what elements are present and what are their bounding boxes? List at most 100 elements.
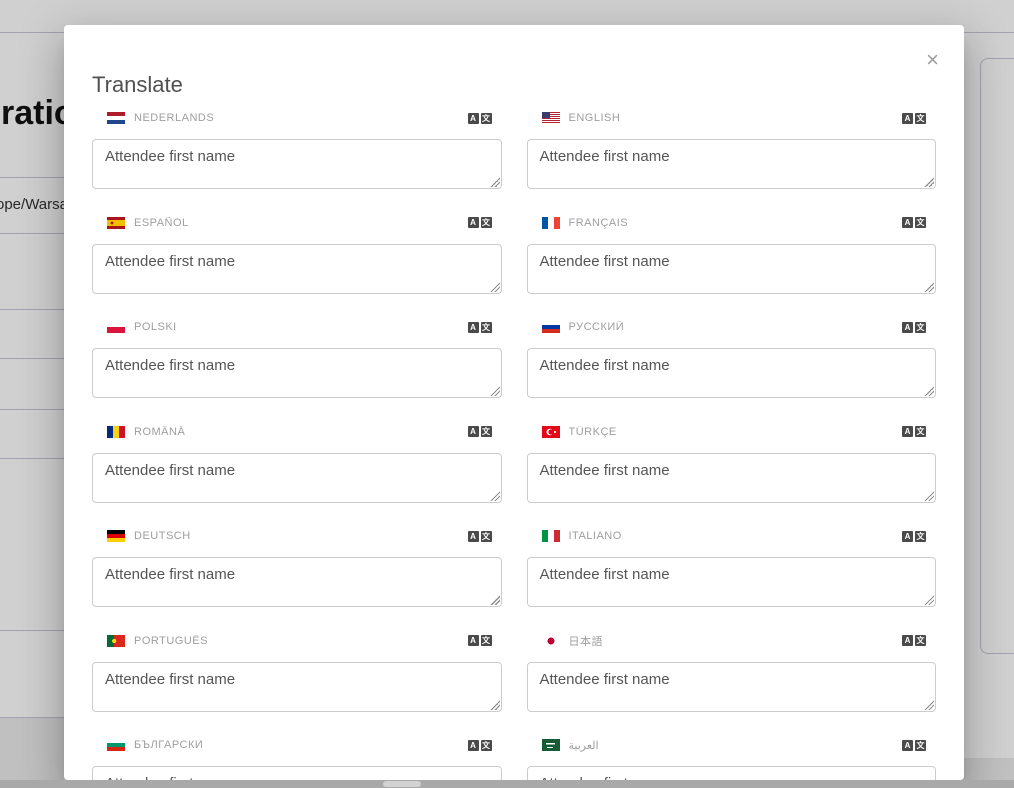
- translate-icon-letter: A: [902, 426, 913, 437]
- translate-icon-letter: A: [468, 426, 479, 437]
- translation-textarea[interactable]: Attendee first name: [527, 244, 937, 294]
- translation-textarea[interactable]: Attendee first name: [92, 348, 502, 398]
- translate-icon-char: 文: [481, 426, 492, 437]
- translate-icon[interactable]: A 文: [902, 322, 926, 333]
- language-label: ESPAÑOL: [134, 217, 468, 229]
- language-header: ENGLISH A 文: [527, 110, 937, 126]
- translation-textarea[interactable]: Attendee first name: [527, 557, 937, 607]
- close-icon[interactable]: ×: [926, 49, 939, 71]
- translate-icon-letter: A: [902, 531, 913, 542]
- translate-icon[interactable]: A 文: [468, 531, 492, 542]
- textarea-wrapper: Attendee first name: [92, 244, 502, 294]
- language-label: ITALIANO: [569, 530, 903, 542]
- scrollbar-thumb[interactable]: [383, 781, 421, 787]
- language-label: NEDERLANDS: [134, 112, 468, 124]
- flag-icon: [542, 635, 560, 647]
- translate-icon-letter: A: [902, 635, 913, 646]
- textarea-wrapper: Attendee first name: [527, 348, 937, 398]
- translate-icon[interactable]: A 文: [902, 740, 926, 751]
- language-header: TÜRKÇE A 文: [527, 424, 937, 440]
- translate-icon-char: 文: [481, 740, 492, 751]
- translate-icon-letter: A: [902, 113, 913, 124]
- translate-icon-char: 文: [915, 740, 926, 751]
- flag-icon: [542, 739, 560, 751]
- language-header: DEUTSCH A 文: [92, 528, 502, 544]
- textarea-wrapper: Attendee first name: [527, 766, 937, 780]
- language-header: 日本語 A 文: [527, 633, 937, 649]
- translation-textarea[interactable]: Attendee first name: [92, 453, 502, 503]
- translate-icon[interactable]: A 文: [902, 635, 926, 646]
- language-header: ROMÂNĂ A 文: [92, 424, 502, 440]
- flag-icon: [107, 530, 125, 542]
- translation-textarea[interactable]: Attendee first name: [92, 244, 502, 294]
- translate-icon-char: 文: [915, 635, 926, 646]
- language-block: PORTUGUÊS A 文 Attendee first name: [92, 633, 502, 712]
- translate-icon[interactable]: A 文: [902, 217, 926, 228]
- language-label: FRANÇAIS: [569, 217, 903, 229]
- translate-icon[interactable]: A 文: [468, 217, 492, 228]
- translate-icon[interactable]: A 文: [902, 531, 926, 542]
- language-label: ENGLISH: [569, 112, 903, 124]
- translation-textarea[interactable]: Attendee first name: [527, 662, 937, 712]
- language-label: 日本語: [569, 633, 903, 649]
- translate-icon-char: 文: [915, 531, 926, 542]
- translate-icon-letter: A: [468, 322, 479, 333]
- translate-icon-char: 文: [915, 322, 926, 333]
- translate-icon-letter: A: [902, 740, 913, 751]
- language-header: РУССКИЙ A 文: [527, 319, 937, 335]
- language-block: ITALIANO A 文 Attendee first name: [527, 528, 937, 607]
- language-header: العربية A 文: [527, 737, 937, 753]
- textarea-wrapper: Attendee first name: [92, 139, 502, 189]
- translation-textarea[interactable]: Attendee first name: [527, 453, 937, 503]
- translate-icon[interactable]: A 文: [468, 426, 492, 437]
- translation-textarea[interactable]: Attendee first name: [527, 348, 937, 398]
- textarea-wrapper: Attendee first name: [527, 662, 937, 712]
- flag-icon: [542, 112, 560, 124]
- translation-textarea[interactable]: Attendee first name: [92, 766, 502, 780]
- translation-textarea[interactable]: Attendee first name: [92, 662, 502, 712]
- translate-icon-char: 文: [915, 426, 926, 437]
- language-label: PORTUGUÊS: [134, 635, 468, 647]
- translation-textarea[interactable]: Attendee first name: [527, 766, 937, 780]
- translate-icon[interactable]: A 文: [468, 322, 492, 333]
- language-block: РУССКИЙ A 文 Attendee first name: [527, 319, 937, 398]
- textarea-wrapper: Attendee first name: [92, 453, 502, 503]
- language-label: POLSKI: [134, 321, 468, 333]
- translation-textarea[interactable]: Attendee first name: [92, 557, 502, 607]
- translation-textarea[interactable]: Attendee first name: [527, 139, 937, 189]
- textarea-wrapper: Attendee first name: [92, 766, 502, 780]
- translate-icon-letter: A: [468, 531, 479, 542]
- textarea-wrapper: Attendee first name: [92, 662, 502, 712]
- language-block: 日本語 A 文 Attendee first name: [527, 633, 937, 712]
- translate-icon[interactable]: A 文: [468, 113, 492, 124]
- translate-icon[interactable]: A 文: [468, 635, 492, 646]
- translation-textarea[interactable]: Attendee first name: [92, 139, 502, 189]
- translate-icon-char: 文: [481, 531, 492, 542]
- translate-icon-letter: A: [468, 217, 479, 228]
- flag-icon: [542, 217, 560, 229]
- flag-icon: [107, 739, 125, 751]
- language-label: DEUTSCH: [134, 530, 468, 542]
- flag-icon: [107, 321, 125, 333]
- language-block: TÜRKÇE A 文 Attendee first name: [527, 424, 937, 503]
- translate-icon[interactable]: A 文: [468, 740, 492, 751]
- textarea-wrapper: Attendee first name: [527, 139, 937, 189]
- flag-icon: [107, 112, 125, 124]
- flag-icon: [107, 426, 125, 438]
- translate-icon-char: 文: [481, 635, 492, 646]
- language-header: NEDERLANDS A 文: [92, 110, 502, 126]
- textarea-wrapper: Attendee first name: [527, 244, 937, 294]
- flag-icon: [542, 530, 560, 542]
- flag-icon: [542, 426, 560, 438]
- textarea-wrapper: Attendee first name: [92, 557, 502, 607]
- flag-icon: [542, 321, 560, 333]
- translate-icon[interactable]: A 文: [902, 426, 926, 437]
- horizontal-scrollbar[interactable]: [0, 780, 1014, 788]
- language-block: العربية A 文 Attendee first name: [527, 737, 937, 780]
- translate-icon[interactable]: A 文: [902, 113, 926, 124]
- language-label: ROMÂNĂ: [134, 426, 468, 438]
- flag-icon: [107, 217, 125, 229]
- language-header: ESPAÑOL A 文: [92, 215, 502, 231]
- language-block: DEUTSCH A 文 Attendee first name: [92, 528, 502, 607]
- translate-icon-letter: A: [468, 740, 479, 751]
